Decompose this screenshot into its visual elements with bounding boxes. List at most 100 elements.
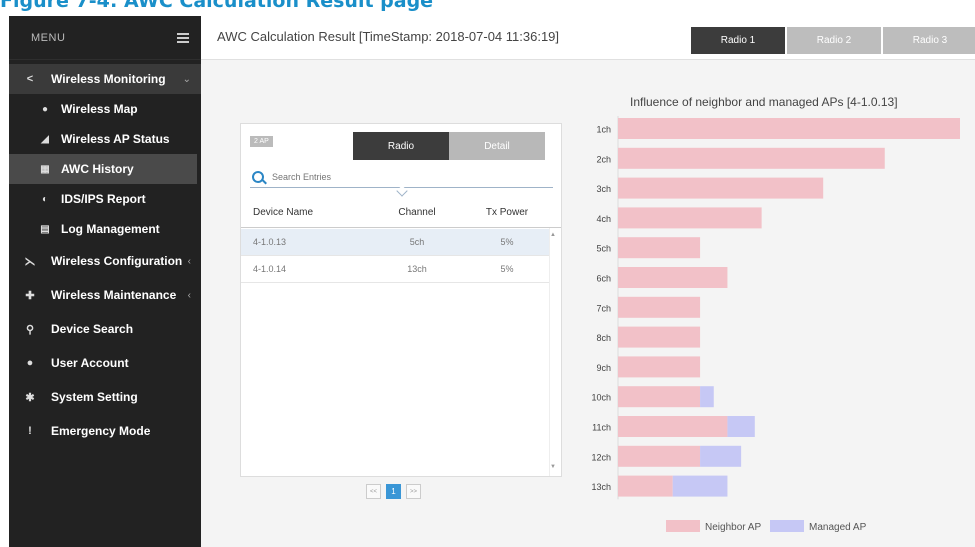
sidebar: MENU < Wireless Monitoring ⌄ ● Wireless … — [9, 16, 201, 547]
scroll-down-icon[interactable]: ▼ — [550, 464, 556, 470]
neighbor-ap-bar — [618, 177, 824, 199]
y-tick-label: 12ch — [591, 452, 611, 462]
column-tx-power[interactable]: Tx Power — [465, 207, 549, 218]
nav-ids-ips-report[interactable]: ◐ IDS/IPS Report — [9, 184, 201, 214]
nav-log-management[interactable]: ▤ Log Management — [9, 214, 201, 244]
nav-label: User Account — [51, 356, 129, 370]
signal-icon: ◢ — [41, 133, 49, 145]
legend-neighbor-swatch — [666, 520, 700, 532]
y-tick-label: 2ch — [596, 154, 611, 164]
nav-label: Wireless Monitoring — [51, 72, 166, 86]
nav-user-account[interactable]: ● User Account — [9, 346, 201, 380]
y-tick-label: 11ch — [592, 423, 611, 433]
influence-chart: Influence of neighbor and managed APs [4… — [591, 95, 960, 533]
neighbor-ap-bar — [618, 267, 728, 288]
ap-list-panel: 2 AP Radio Detail Device Name Channel Tx… — [240, 123, 562, 477]
y-tick-label: 10ch — [591, 393, 611, 403]
y-tick-label: 9ch — [596, 363, 611, 373]
document-icon: ▤ — [40, 223, 50, 235]
scrollbar-track[interactable] — [549, 228, 550, 476]
chevron-down-icon: ⌄ — [182, 73, 191, 85]
exclamation-icon: ! — [28, 425, 32, 437]
calculator-icon: ▦ — [40, 163, 50, 175]
y-tick-label: 1ch — [596, 125, 611, 135]
tab-radio-3[interactable]: Radio 3 — [883, 27, 975, 54]
antenna-icon: ⋋ — [24, 255, 36, 268]
managed-ap-bar — [727, 416, 755, 437]
user-icon: ● — [26, 357, 34, 369]
neighbor-ap-bar — [618, 356, 701, 378]
search-input[interactable] — [272, 171, 532, 182]
table-row[interactable]: 4-1.0.13 5ch 5% — [241, 229, 549, 256]
nav-system-setting[interactable]: ✱ System Setting — [9, 380, 201, 414]
pagination: << 1 >> — [366, 484, 426, 499]
nav-label: Wireless Configuration — [51, 254, 183, 268]
share-icon: < — [26, 73, 34, 85]
nav-wireless-configuration[interactable]: ⋋ Wireless Configuration ‹ — [9, 244, 201, 278]
detail-view-button[interactable]: Detail — [449, 132, 545, 160]
hamburger-icon[interactable] — [177, 32, 189, 43]
y-tick-label: 7ch — [596, 303, 611, 313]
nav-device-search[interactable]: ⚲ Device Search — [9, 312, 201, 346]
page-1-button[interactable]: 1 — [386, 484, 401, 499]
radio-view-button[interactable]: Radio — [353, 132, 449, 160]
neighbor-ap-bar — [618, 118, 960, 139]
managed-ap-bar — [700, 386, 714, 408]
column-channel[interactable]: Channel — [369, 207, 465, 218]
nav-awc-history[interactable]: ▦ AWC History — [9, 154, 197, 184]
prev-page-button[interactable]: << — [366, 484, 381, 499]
nav-wireless-monitoring[interactable]: < Wireless Monitoring ⌄ — [9, 64, 201, 94]
neighbor-ap-bar — [618, 237, 701, 259]
view-toggle: Radio Detail — [353, 132, 545, 160]
neighbor-ap-bar — [618, 207, 762, 229]
cell-channel: 5ch — [409, 237, 425, 247]
y-tick-label: 8ch — [596, 333, 611, 343]
nav-emergency-mode[interactable]: ! Emergency Mode — [9, 414, 201, 448]
radio-tabs: Radio 1 Radio 2 Radio 3 — [691, 27, 975, 54]
nav-label: Device Search — [51, 322, 134, 336]
managed-ap-bar — [672, 475, 728, 497]
column-device-name[interactable]: Device Name — [241, 207, 369, 218]
page-header: AWC Calculation Result [TimeStamp: 2018-… — [201, 16, 975, 60]
y-tick-label: 13ch — [591, 482, 611, 492]
next-page-button[interactable]: >> — [406, 484, 421, 499]
nav-label: System Setting — [51, 390, 138, 404]
neighbor-ap-bar — [618, 445, 701, 467]
menu-label: MENU — [31, 31, 66, 44]
map-pin-icon: ● — [41, 103, 49, 115]
nav-label: Wireless Map — [61, 102, 138, 116]
y-tick-label: 5ch — [596, 244, 611, 254]
chart-title: Influence of neighbor and managed APs [4… — [630, 95, 898, 109]
cell-device: 4-1.0.14 — [253, 264, 287, 274]
managed-ap-bar — [700, 445, 742, 467]
nav-label: Log Management — [61, 222, 160, 236]
chevron-left-icon: ‹ — [187, 289, 191, 301]
neighbor-ap-bar — [618, 416, 728, 437]
neighbor-ap-bar — [618, 475, 673, 497]
nav-wireless-ap-status[interactable]: ◢ Wireless AP Status — [9, 124, 201, 154]
nav-wireless-map[interactable]: ● Wireless Map — [9, 94, 201, 124]
scroll-up-icon[interactable]: ▲ — [550, 232, 556, 238]
search-icon — [252, 170, 264, 183]
cell-tx-power: 5% — [500, 264, 514, 274]
legend-managed-label: Managed AP — [809, 522, 867, 533]
neighbor-ap-bar — [618, 386, 701, 408]
nav-label: Wireless Maintenance — [51, 288, 177, 302]
cell-device: 4-1.0.13 — [253, 237, 287, 247]
tab-radio-1[interactable]: Radio 1 — [691, 27, 785, 54]
globe-icon: ◐ — [41, 193, 49, 205]
cell-channel: 13ch — [407, 264, 427, 274]
nav-label: IDS/IPS Report — [61, 192, 146, 206]
neighbor-ap-bar — [618, 326, 701, 348]
y-tick-label: 4ch — [596, 214, 611, 224]
tab-radio-2[interactable]: Radio 2 — [787, 27, 881, 54]
neighbor-ap-bar — [618, 296, 701, 318]
nav-label: Emergency Mode — [51, 424, 151, 438]
search-icon: ⚲ — [25, 323, 35, 336]
menu-header: MENU — [9, 16, 201, 60]
neighbor-ap-bar — [618, 147, 885, 169]
gear-icon: ✱ — [25, 391, 35, 404]
nav-wireless-maintenance[interactable]: ✚ Wireless Maintenance ‹ — [9, 278, 201, 312]
table-row[interactable]: 4-1.0.14 13ch 5% — [241, 256, 549, 283]
y-tick-label: 3ch — [596, 184, 611, 194]
